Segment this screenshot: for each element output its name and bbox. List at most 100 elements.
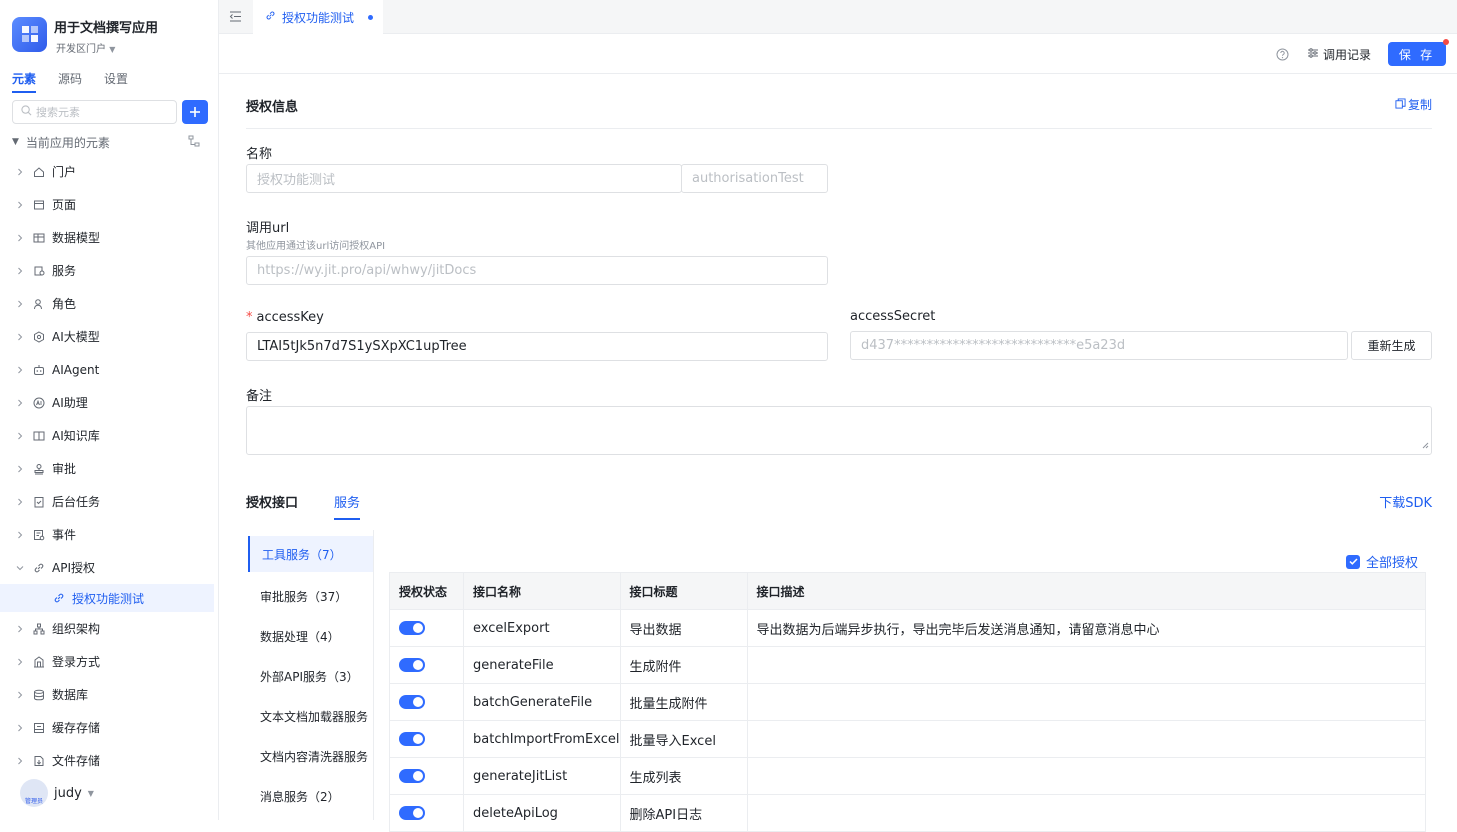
category-item[interactable]: 数据处理（4） [248, 616, 373, 656]
category-item[interactable]: 审批服务（37） [248, 576, 373, 616]
sidebar-item-label: 组织架构 [52, 622, 101, 636]
url-field[interactable]: https://wy.jit.pro/api/whwy/jitDocs [246, 256, 828, 285]
regenerate-button[interactable]: 重新生成 [1351, 331, 1432, 360]
auth-toggle[interactable] [399, 806, 425, 820]
sidebar-item-event[interactable]: 事件 [0, 518, 218, 551]
access-key-label: * accessKey [246, 310, 324, 325]
category-item[interactable]: 外部API服务（3） [248, 656, 373, 696]
resize-handle-icon[interactable] [1421, 438, 1429, 453]
status-cell [389, 609, 464, 647]
sidebar-item-api-auth[interactable]: API授权 [0, 551, 218, 584]
sidebar-item-ai-assistant[interactable]: AI助理 [0, 386, 218, 419]
sidebar-item-login[interactable]: 登录方式 [0, 645, 218, 678]
caret-down-icon: ▼ [109, 45, 116, 54]
help-icon[interactable] [1276, 48, 1289, 65]
auth-toggle[interactable] [399, 695, 425, 709]
name-field[interactable]: 授权功能测试 [246, 164, 682, 193]
link-icon [32, 561, 46, 575]
chevron-right-icon [14, 298, 26, 310]
chevron-right-icon [14, 623, 26, 635]
api-title: 批量生成附件 [620, 683, 748, 721]
chevron-right-icon [14, 529, 26, 541]
sidebar-item-label: 后台任务 [52, 495, 101, 509]
sidebar-item-ai-model[interactable]: AI大模型 [0, 320, 218, 353]
category-item[interactable]: 文档内容清洗器服务 [248, 736, 373, 776]
remark-textarea[interactable] [246, 406, 1432, 455]
status-cell [389, 720, 464, 758]
category-item[interactable]: 消息服务（2） [248, 776, 373, 816]
role-icon [32, 297, 46, 311]
chevron-right-icon [14, 166, 26, 178]
book-icon [32, 429, 46, 443]
sidebar-item-auth-test[interactable]: 授权功能测试 [0, 584, 214, 612]
access-key-field[interactable]: LTAI5tJk5n7d7S1ySXpXC1upTree [246, 332, 828, 361]
divider [246, 128, 1432, 129]
category-item[interactable]: 工具服务（7） [248, 536, 373, 572]
user-role-badge: 管理员 [24, 798, 43, 805]
tab-source[interactable]: 源码 [58, 70, 82, 93]
robot-icon [32, 363, 46, 377]
status-cell [389, 794, 464, 832]
sidebar-item-file-storage[interactable]: 文件存储 [0, 744, 218, 777]
search-icon [21, 104, 32, 120]
tab-elements[interactable]: 元素 [12, 70, 37, 93]
sidebar-item-org[interactable]: 组织架构 [0, 612, 218, 645]
sidebar-item-page[interactable]: 页面 [0, 188, 218, 221]
sidebar-item-ai-knowledge[interactable]: AI知识库 [0, 419, 218, 452]
sidebar-item-label: AIAgent [52, 362, 100, 377]
required-mark: * [246, 310, 253, 325]
app-header[interactable]: 用于文档撰写应用 开发区门户 ▼ [12, 16, 158, 55]
add-element-button[interactable] [182, 100, 208, 124]
service-category-list: 工具服务（7） 审批服务（37） 数据处理（4） 外部API服务（3） 文本文档… [248, 536, 373, 816]
sidebar-item-role[interactable]: 角色 [0, 287, 218, 320]
tab-service[interactable]: 服务 [334, 492, 361, 520]
column-header: 接口标题 [620, 572, 748, 610]
auth-toggle[interactable] [399, 769, 425, 783]
group-label: 当前应用的元素 [25, 135, 110, 150]
sidebar-item-data-model[interactable]: 数据模型 [0, 221, 218, 254]
sidebar-item-aiagent[interactable]: AIAgent [0, 353, 218, 386]
sidebar-item-approval[interactable]: 审批 [0, 452, 218, 485]
sidebar-item-database[interactable]: 数据库 [0, 678, 218, 711]
user-profile[interactable]: 管理员 judy ▼ [20, 779, 94, 807]
auth-toggle[interactable] [399, 658, 425, 672]
name-id-field[interactable]: authorisationTest [681, 164, 828, 193]
chevron-right-icon [14, 755, 26, 767]
api-title: 导出数据 [620, 609, 748, 647]
sidebar-item-portal[interactable]: 门户 [0, 155, 218, 188]
sidebar-item-label: AI助理 [52, 396, 88, 410]
caret-down-icon: ▼ [87, 788, 94, 798]
sidebar-item-cache[interactable]: 缓存存储 [0, 711, 218, 744]
ai-assistant-icon [32, 396, 46, 410]
access-secret-value: d437****************************e5a23d [861, 338, 1126, 353]
tab-settings[interactable]: 设置 [104, 70, 128, 93]
save-button[interactable]: 保 存 [1388, 42, 1446, 66]
page-icon [32, 198, 46, 212]
remark-label: 备注 [246, 389, 273, 404]
category-item[interactable]: 文本文档加载器服务 [248, 696, 373, 736]
chevron-right-icon [14, 364, 26, 376]
element-group-header[interactable]: ▼ 当前应用的元素 [12, 133, 208, 151]
auth-toggle[interactable] [399, 732, 425, 746]
unsaved-dot [368, 14, 374, 20]
link-icon [52, 591, 66, 605]
tree-toggle-icon[interactable] [188, 135, 200, 150]
chevron-right-icon [14, 722, 26, 734]
app-subtitle[interactable]: 开发区门户 ▼ [56, 40, 115, 55]
authorize-all-checkbox[interactable]: 全部授权 [1346, 552, 1418, 571]
collapse-sidebar-icon[interactable] [229, 10, 242, 27]
call-log-button[interactable]: 调用记录 [1307, 46, 1371, 63]
access-secret-field[interactable]: d437****************************e5a23d [850, 331, 1348, 360]
sidebar-item-background-task[interactable]: 后台任务 [0, 485, 218, 518]
tab-auth-test[interactable]: 授权功能测试 [253, 0, 383, 34]
status-cell [389, 646, 464, 684]
name-value: 授权功能测试 [257, 173, 336, 188]
service-icon [32, 264, 46, 278]
auth-toggle[interactable] [399, 621, 425, 635]
name-id-value: authorisationTest [692, 171, 804, 186]
category-divider [373, 530, 374, 820]
search-input[interactable] [36, 105, 166, 119]
sidebar-item-service[interactable]: 服务 [0, 254, 218, 287]
copy-button[interactable]: 复制 [1395, 96, 1432, 113]
download-sdk-link[interactable]: 下载SDK [1379, 492, 1432, 511]
